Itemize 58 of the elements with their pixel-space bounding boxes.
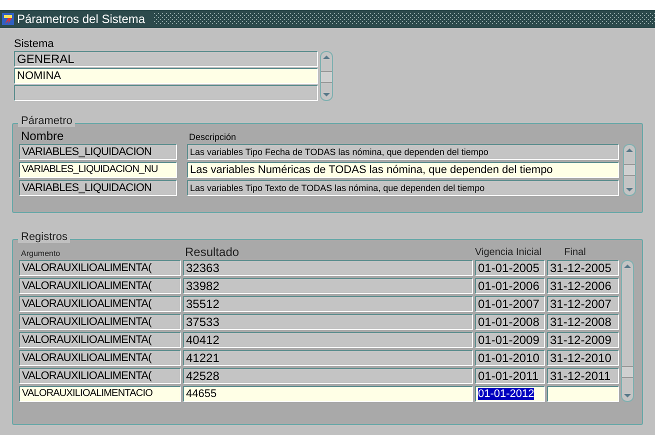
text-field[interactable]: VALORAUXILIOALIMENTA(	[19, 314, 181, 330]
text-field[interactable]: 44655	[183, 386, 473, 402]
column-header: Nombre	[21, 130, 65, 143]
scroll-thumb[interactable]	[624, 164, 635, 176]
text-field[interactable]: 42528	[183, 368, 473, 384]
sistema-label: Sistema	[14, 38, 55, 50]
column-header: Final	[563, 247, 587, 259]
window-title: Párametros del Sistema	[17, 11, 146, 28]
text-field[interactable]: VALORAUXILIOALIMENTA(	[19, 332, 181, 348]
text-field[interactable]: 31-12-2010	[547, 350, 619, 366]
text-field[interactable]: VALORAUXILIOALIMENTA(	[19, 296, 181, 312]
text-field[interactable]: VALORAUXILIOALIMENTA(	[19, 278, 181, 294]
text-field[interactable]: VARIABLES_LIQUIDACION	[19, 180, 177, 196]
text-field[interactable]: 32363	[183, 260, 473, 276]
app-icon	[2, 13, 14, 25]
text-field[interactable]: 01-01-2011	[475, 368, 545, 384]
column-header: Descripción	[189, 132, 236, 143]
scrollbar[interactable]	[621, 260, 634, 402]
text-field[interactable]: 31-12-2005	[547, 260, 619, 276]
text-field[interactable]: 01-01-2012	[475, 386, 545, 402]
scroll-thumb[interactable]	[622, 366, 633, 378]
text-field[interactable]: GENERAL	[14, 51, 318, 67]
text-field[interactable]: VARIABLES_LIQUIDACION_NU	[19, 162, 177, 178]
text-field[interactable]: 41221	[183, 350, 473, 366]
text-field[interactable]: 01-01-2007	[475, 296, 545, 312]
text-field[interactable]: 31-12-2008	[547, 314, 619, 330]
text-field[interactable]	[14, 85, 318, 101]
text-field[interactable]: 35512	[183, 296, 473, 312]
column-header: Vigencia Inicial	[475, 247, 543, 259]
scrollbar[interactable]	[320, 51, 333, 101]
scrollbar[interactable]	[623, 144, 636, 196]
text-field[interactable]: NOMINA	[14, 68, 318, 84]
text-field[interactable]: 37533	[183, 314, 473, 330]
column-header: Argumento	[21, 249, 62, 259]
text-field[interactable]: 40412	[183, 332, 473, 348]
text-field[interactable]: VALORAUXILIOALIMENTA(	[19, 260, 181, 276]
text-field[interactable]: 31-12-2007	[547, 296, 619, 312]
text-field[interactable]: 01-01-2010	[475, 350, 545, 366]
text-field[interactable]: 01-01-2005	[475, 260, 545, 276]
frame-title: Párametro	[18, 115, 76, 127]
frame-title: Registros	[18, 231, 70, 243]
text-field[interactable]: VARIABLES_LIQUIDACION	[19, 144, 177, 160]
text-field[interactable]: 31-12-2009	[547, 332, 619, 348]
text-field[interactable]: Las variables Numéricas de TODAS las nómina, que dependen del tiempo	[187, 162, 619, 178]
text-field[interactable]: 01-01-2008	[475, 314, 545, 330]
scroll-thumb[interactable]	[321, 71, 332, 83]
text-field[interactable]: 31-12-2006	[547, 278, 619, 294]
text-field[interactable]: 31-12-2011	[547, 368, 619, 384]
text-field[interactable]: 01-01-2006	[475, 278, 545, 294]
text-field[interactable]: 33982	[183, 278, 473, 294]
text-field[interactable]: VALORAUXILIOALIMENTA(	[19, 350, 181, 366]
text-field[interactable]: VALORAUXILIOALIMENTA(	[19, 368, 181, 384]
text-field[interactable]: Las variables Tipo Texto de TODAS las nómina, que dependen del tiempo	[187, 180, 619, 196]
text-field[interactable]	[547, 386, 619, 402]
text-field[interactable]: 01-01-2009	[475, 332, 545, 348]
text-field[interactable]: VALORAUXILIOALIMENTACIO	[19, 386, 181, 402]
column-header: Resultado	[185, 246, 240, 259]
text-field[interactable]: Las variables Tipo Fecha de TODAS las nómina, que dependen del tiempo	[187, 144, 619, 160]
